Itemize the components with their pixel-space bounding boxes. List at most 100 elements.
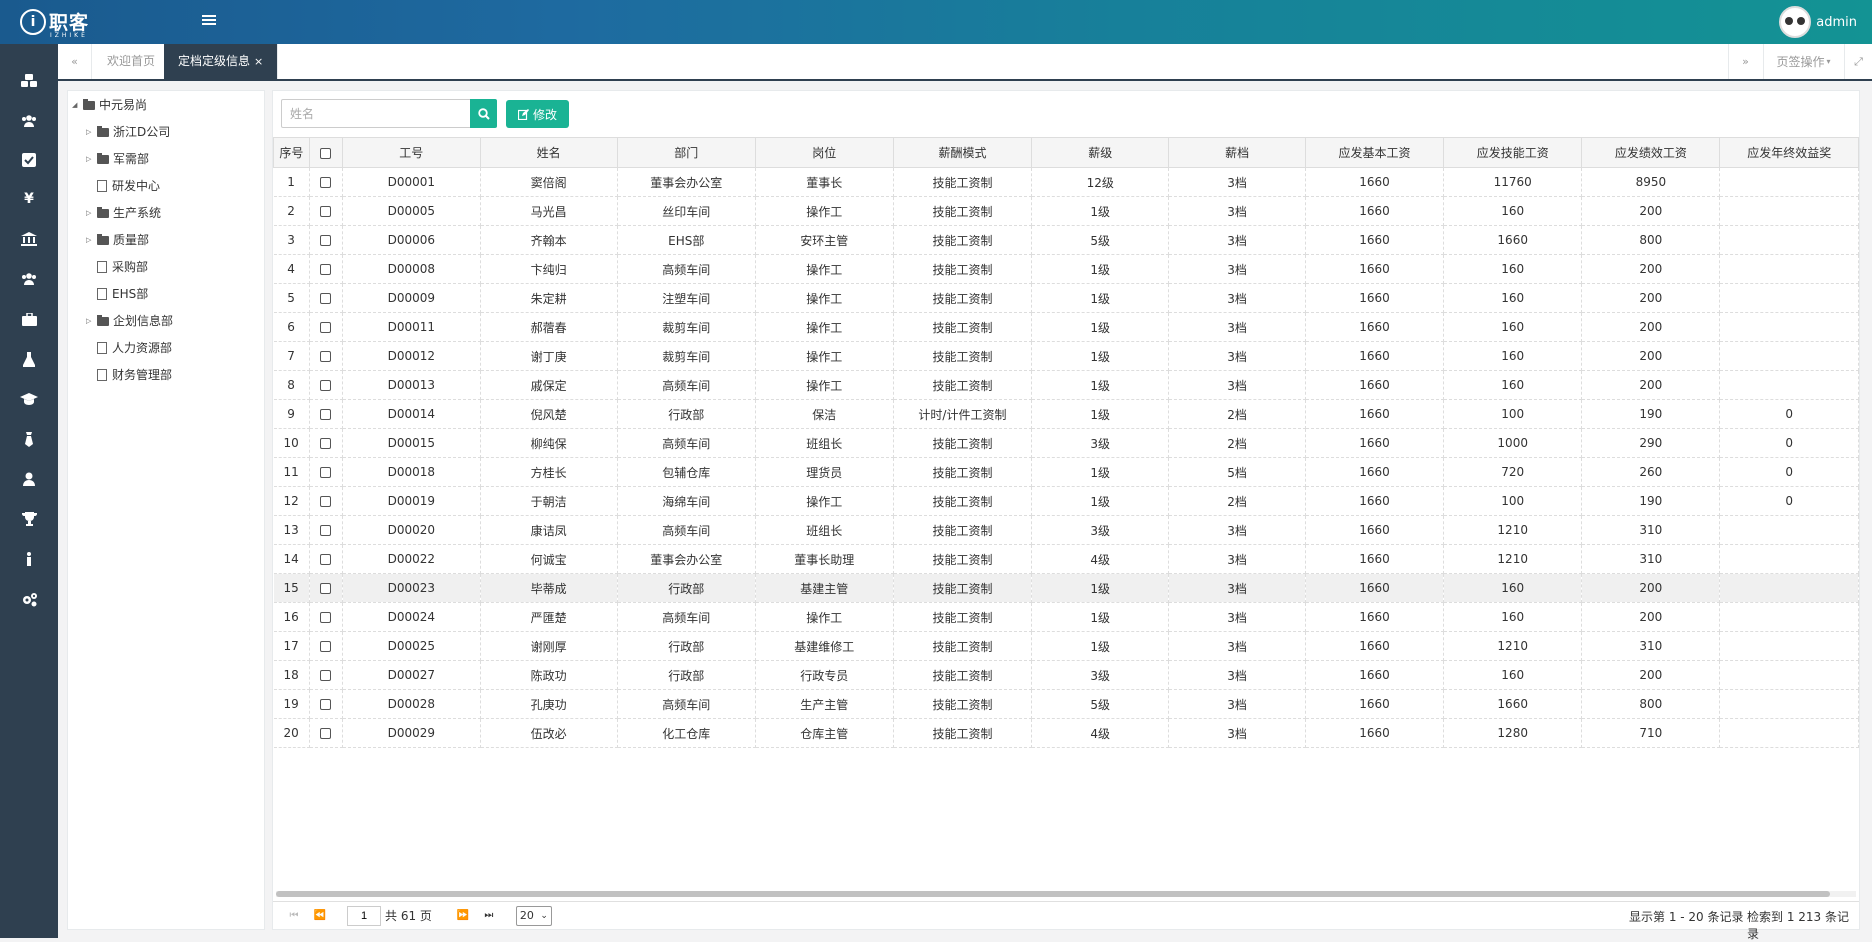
table-row[interactable]: 8 D00013 戚保定 高频车间 操作工 技能工资制 1级 3档 1660 160 200 [273,370,1859,400]
table-row[interactable]: 17 D00025 谢刚厚 行政部 基建维修工 技能工资制 1级 3档 1660 1210 310 [273,631,1859,661]
close-icon[interactable]: × [254,55,263,68]
tree-node[interactable]: 财务管理部 [97,365,172,385]
tab-scroll-left-button[interactable]: « [58,44,92,79]
table-row[interactable]: 16 D00024 严匯楚 高频车间 操作工 技能工资制 1级 3档 1660 160 200 [273,602,1859,632]
table-row[interactable]: 19 D00028 孔庚功 高频车间 生产主管 技能工资制 5级 3档 1660 1660 800 [273,689,1859,719]
table-row[interactable]: 4 D00008 卞纯归 高频车间 操作工 技能工资制 1级 3档 1660 160 200 [273,254,1859,284]
row-checkbox[interactable] [320,728,332,739]
users-icon[interactable] [20,112,38,130]
menu-toggle-icon[interactable] [202,13,216,27]
caret-right-icon[interactable]: ▷ [86,203,94,223]
row-checkbox[interactable] [320,206,332,217]
tree-node[interactable]: ▷ 生产系统 [86,203,161,223]
table-row[interactable]: 20 D00029 伍改必 化工仓库 仓库主管 技能工资制 4级 3档 1660 1280 710 [273,718,1859,748]
scrollbar-thumb[interactable] [276,891,1830,897]
first-page-icon[interactable]: ⏮ [285,907,303,925]
tab-scroll-right-button[interactable]: » [1728,44,1762,79]
col-header[interactable]: 应发技能工资 [1443,137,1583,168]
row-checkbox[interactable] [320,699,332,710]
row-select-cell[interactable] [309,428,344,458]
row-select-cell[interactable] [309,225,344,255]
user-icon[interactable] [20,470,38,488]
row-checkbox[interactable] [320,293,332,304]
col-header[interactable]: 姓名 [479,137,618,168]
table-row[interactable]: 10 D00015 柳纯保 高频车间 班组长 技能工资制 3级 2档 1660 1000 290 0 [273,428,1859,458]
user-menu[interactable]: admin [1779,6,1857,38]
row-select-cell[interactable] [309,254,344,284]
tree-node-root[interactable]: ◢ 中元易尚 [72,95,147,115]
tree-node[interactable]: 采购部 [97,257,148,277]
select-all-checkbox[interactable] [320,147,332,159]
team-icon[interactable] [20,270,38,288]
table-row[interactable]: 2 D00005 马光昌 丝印车间 操作工 技能工资制 1级 3档 1660 160 200 [273,196,1859,226]
table-row[interactable]: 9 D00014 倪风楚 行政部 保洁 计时/计件工资制 1级 2档 1660 100 190 0 [273,399,1859,429]
col-header[interactable]: 薪档 [1168,137,1306,168]
row-checkbox[interactable] [320,467,332,478]
tree-node[interactable]: ▷ 军需部 [86,149,149,169]
col-header[interactable]: 应发年终效益奖 [1719,137,1859,168]
row-checkbox[interactable] [320,380,332,391]
row-checkbox[interactable] [320,264,332,275]
fullscreen-button[interactable]: ⤢ [1844,44,1872,79]
caret-right-icon[interactable]: ▷ [86,149,94,169]
row-select-cell[interactable] [309,341,344,371]
row-checkbox[interactable] [320,235,332,246]
table-row[interactable]: 5 D00009 朱定耕 注塑车间 操作工 技能工资制 1级 3档 1660 160 200 [273,283,1859,313]
col-header[interactable]: 薪级 [1031,137,1170,168]
row-select-cell[interactable] [309,457,344,487]
bank-icon[interactable] [20,230,38,248]
briefcase-icon[interactable] [20,310,38,328]
row-checkbox[interactable] [320,177,332,188]
row-checkbox[interactable] [320,496,332,507]
cogs-icon[interactable] [20,590,38,608]
row-select-cell[interactable] [309,573,344,603]
tree-node[interactable]: 人力资源部 [97,338,172,358]
tab-home[interactable]: 欢迎首页 [93,44,171,79]
col-header[interactable]: 薪酬模式 [892,137,1033,168]
tree-node[interactable]: ▷ 质量部 [86,230,149,250]
table-row[interactable]: 18 D00027 陈政功 行政部 行政专员 技能工资制 3级 3档 1660 160 200 [273,660,1859,690]
row-select-cell[interactable] [309,312,344,342]
tree-node[interactable]: ▷ 企划信息部 [86,311,173,331]
tree-node[interactable]: 研发中心 [97,176,160,196]
table-row[interactable]: 15 D00023 毕蒂成 行政部 基建主管 技能工资制 1级 3档 1660 160 200 [273,573,1859,603]
row-select-cell[interactable] [309,544,344,574]
row-checkbox[interactable] [320,670,332,681]
cubes-icon[interactable] [20,72,38,90]
table-row[interactable]: 13 D00020 康诘凤 高频车间 班组长 技能工资制 3级 3档 1660 1210 310 [273,515,1859,545]
app-logo[interactable]: i 职客 IZHIKE [20,8,89,39]
select-all-header[interactable] [308,137,344,168]
row-select-cell[interactable] [309,370,344,400]
page-ops-dropdown[interactable]: 页签操作 ▾ [1763,44,1843,79]
row-checkbox[interactable] [320,409,332,420]
tab-grade-info[interactable]: 定档定级信息 × [164,44,279,79]
col-header[interactable]: 序号 [273,137,310,168]
row-select-cell[interactable] [309,486,344,516]
row-checkbox[interactable] [320,438,332,449]
col-header[interactable]: 工号 [342,137,481,168]
info-icon[interactable] [20,550,38,568]
row-select-cell[interactable] [309,167,344,197]
caret-right-icon[interactable]: ▷ [86,311,94,331]
caret-right-icon[interactable]: ▷ [86,230,94,250]
row-checkbox[interactable] [320,612,332,623]
row-select-cell[interactable] [309,515,344,545]
row-checkbox[interactable] [320,554,332,565]
table-row[interactable]: 7 D00012 谢丁庚 裁剪车间 操作工 技能工资制 1级 3档 1660 160 200 [273,341,1859,371]
table-row[interactable]: 12 D00019 于朝洁 海绵车间 操作工 技能工资制 1级 2档 1660 100 190 0 [273,486,1859,516]
row-select-cell[interactable] [309,602,344,632]
table-row[interactable]: 3 D00006 齐翰本 EHS部 安环主管 技能工资制 5级 3档 1660 1660 800 [273,225,1859,255]
col-header[interactable]: 岗位 [754,137,894,168]
page-size-select[interactable]: 20 ⌄ [515,905,552,926]
row-checkbox[interactable] [320,322,332,333]
col-header[interactable]: 部门 [616,137,756,168]
row-select-cell[interactable] [309,631,344,661]
yen-icon[interactable]: ¥ [20,190,38,208]
tree-node[interactable]: ▷ 浙江D公司 [86,122,170,142]
row-checkbox[interactable] [320,351,332,362]
row-select-cell[interactable] [309,196,344,226]
table-row[interactable]: 1 D00001 窦倍阁 董事会办公室 董事长 技能工资制 12级 3档 1660 11760 89… [273,167,1859,197]
tree-node[interactable]: EHS部 [97,284,148,304]
row-select-cell[interactable] [309,283,344,313]
row-checkbox[interactable] [320,641,332,652]
